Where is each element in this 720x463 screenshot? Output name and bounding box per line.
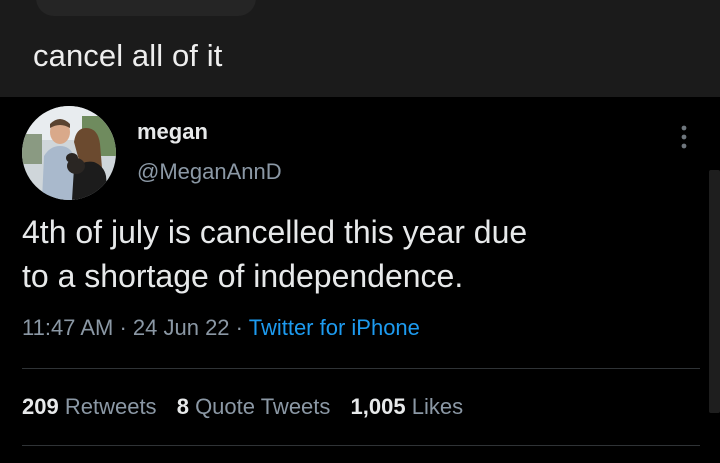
- retweets-stat[interactable]: 209 Retweets: [22, 394, 157, 420]
- top-bar-shape: [36, 0, 256, 16]
- quote-tweets-count: 8: [176, 394, 189, 419]
- caption-text: cancel all of it: [33, 38, 223, 73]
- meta-separator: ·: [119, 315, 127, 340]
- scrollbar[interactable]: [709, 170, 720, 413]
- tweet-time[interactable]: 11:47 AM: [22, 315, 113, 340]
- divider: [22, 445, 700, 446]
- screenshot: cancel all of it megan @MeganAnnD 4th of…: [0, 0, 720, 463]
- tweet-card[interactable]: megan @MeganAnnD 4th of july is cancelle…: [0, 97, 720, 463]
- retweets-count: 209: [22, 394, 59, 419]
- avatar[interactable]: [22, 106, 116, 200]
- tweet-text-line-1: 4th of july is cancelled this year due: [22, 214, 528, 250]
- more-vertical-icon[interactable]: [676, 123, 692, 151]
- likes-count: 1,005: [350, 394, 406, 419]
- caption-panel: cancel all of it: [0, 0, 720, 97]
- tweet-source-link[interactable]: Twitter for iPhone: [249, 315, 420, 340]
- tweet-text: 4th of july is cancelled this year due t…: [22, 210, 692, 298]
- divider: [22, 368, 700, 369]
- quote-tweets-label: Quote Tweets: [195, 394, 331, 419]
- likes-label: Likes: [411, 394, 464, 419]
- meta-separator: ·: [235, 315, 243, 340]
- tweet-stats: 209 Retweets 8 Quote Tweets 1,005 Likes: [22, 394, 477, 420]
- display-name[interactable]: megan: [137, 119, 208, 145]
- tweet-date[interactable]: 24 Jun 22: [133, 315, 230, 340]
- user-handle[interactable]: @MeganAnnD: [137, 159, 282, 185]
- tweet-metadata: 11:47 AM · 24 Jun 22 · Twitter for iPhon…: [22, 315, 420, 341]
- tweet-text-line-2: to a shortage of independence.: [22, 258, 464, 294]
- avatar-photo: [22, 106, 116, 200]
- retweets-label: Retweets: [64, 394, 157, 419]
- likes-stat[interactable]: 1,005 Likes: [351, 394, 464, 420]
- quote-tweets-stat[interactable]: 8 Quote Tweets: [177, 394, 331, 420]
